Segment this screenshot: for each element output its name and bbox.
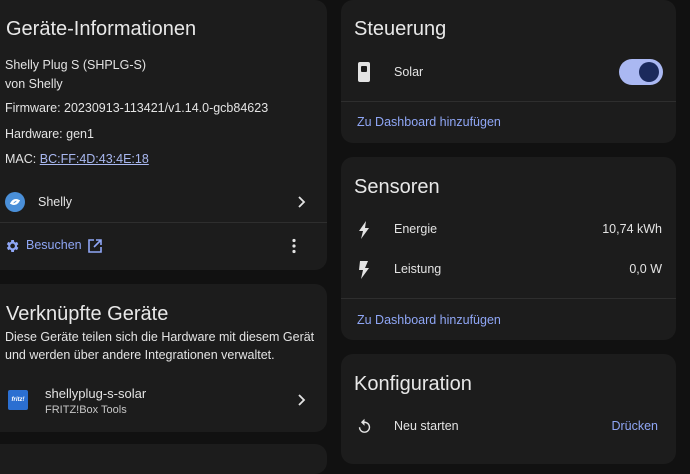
firmware-label: Firmware: (5, 101, 65, 115)
shelly-logo-icon (5, 192, 25, 212)
linked-devices-description-1: Diese Geräte teilen sich die Hardware mi… (5, 330, 315, 344)
mac-address-link[interactable]: BC:FF:4D:43:4E:18 (40, 152, 149, 166)
sensor-value: 0,0 W (629, 262, 662, 276)
toggle-knob (639, 62, 659, 82)
restart-icon (356, 418, 373, 435)
sensors-card: Sensoren Energie 10,74 kWh Leistung 0,0 … (341, 157, 676, 340)
integration-row-shelly[interactable]: Shelly (0, 184, 327, 220)
controls-divider (341, 101, 676, 102)
linked-devices-title: Verknüpfte Geräte (6, 303, 169, 325)
press-button[interactable]: Drücken (611, 419, 658, 433)
configuration-card: Konfiguration Neu starten Drücken (341, 354, 676, 464)
linked-device-item[interactable]: fritz! shellyplug-s-solar FRITZ!Box Tool… (0, 380, 327, 420)
linked-devices-description-2: und werden über andere Integrationen ver… (5, 348, 275, 362)
linked-devices-card: Verknüpfte Geräte Diese Geräte teilen si… (0, 284, 327, 432)
hardware-row: Hardware: gen1 (5, 127, 94, 141)
mac-label: MAC: (5, 152, 40, 166)
device-manufacturer: von Shelly (5, 77, 63, 91)
firmware-value: 20230913-113421/v1.14.0-gcb84623 (64, 101, 269, 115)
fritzbox-logo-icon: fritz! (8, 390, 28, 410)
sensors-divider (341, 298, 676, 299)
hardware-label: Hardware: (5, 127, 67, 141)
sensor-value: 10,74 kWh (602, 222, 662, 236)
sensor-label: Leistung (394, 262, 442, 276)
config-label: Neu starten (394, 419, 459, 433)
configuration-title: Konfiguration (354, 373, 472, 395)
device-info-card: Geräte-Informationen Shelly Plug S (SHPL… (0, 0, 327, 270)
linked-device-subtitle: FRITZ!Box Tools (45, 404, 127, 416)
control-label: Solar (394, 65, 424, 79)
open-in-new-icon[interactable] (87, 238, 103, 254)
visit-label: Besuchen (26, 238, 82, 252)
controls-add-to-dashboard-link[interactable]: Zu Dashboard hinzufügen (357, 115, 501, 129)
power-socket-icon (357, 61, 371, 83)
sensor-row-energy[interactable]: Energie 10,74 kWh (341, 215, 676, 245)
flash-icon (358, 261, 370, 279)
lightning-bolt-icon (358, 221, 370, 239)
next-card-stub (0, 444, 327, 474)
sensor-row-power[interactable]: Leistung 0,0 W (341, 255, 676, 285)
controls-card: Steuerung Solar Zu Dashboard hinzufügen (341, 0, 676, 143)
device-info-divider (0, 222, 327, 223)
more-vert-icon[interactable] (288, 238, 300, 254)
sensors-add-to-dashboard-link[interactable]: Zu Dashboard hinzufügen (357, 313, 501, 327)
sensor-label: Energie (394, 222, 438, 236)
hardware-value: gen1 (66, 127, 94, 141)
solar-toggle-switch[interactable] (619, 59, 663, 85)
mac-row: MAC: BC:FF:4D:43:4E:18 (5, 152, 149, 166)
fritzbox-logo-text: fritz! (11, 397, 25, 403)
chevron-right-icon (294, 195, 308, 209)
device-model: Shelly Plug S (SHPLG-S) (5, 58, 147, 72)
config-row-restart: Neu starten Drücken (341, 412, 676, 442)
gear-icon (4, 238, 20, 254)
sensors-title: Sensoren (354, 176, 440, 198)
device-info-title: Geräte-Informationen (6, 18, 197, 40)
controls-title: Steuerung (354, 18, 447, 40)
firmware-row: Firmware: 20230913-113421/v1.14.0-gcb846… (5, 101, 268, 115)
control-item-solar: Solar (341, 56, 676, 88)
chevron-right-icon (294, 393, 308, 407)
linked-device-name: shellyplug-s-solar (45, 386, 147, 401)
integration-label: Shelly (38, 195, 73, 209)
